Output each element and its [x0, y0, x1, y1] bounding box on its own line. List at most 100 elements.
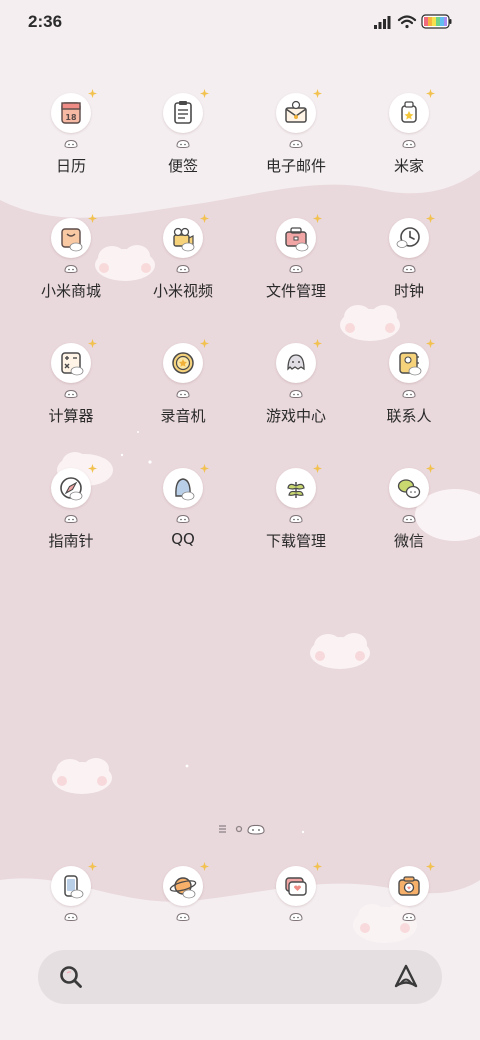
sparkle-icon: [200, 464, 209, 473]
browser-planet-icon[interactable]: [163, 866, 203, 906]
app-icon-container[interactable]: [51, 464, 97, 508]
app-label: 指南针: [48, 532, 94, 550]
sparkle-icon: [200, 339, 209, 348]
app-label: 游戏中心: [265, 407, 326, 425]
app-recorder[interactable]: 录音机: [128, 339, 238, 443]
cloud-face-icon: [402, 139, 416, 148]
sparkle-icon: [200, 862, 209, 871]
app-mijia[interactable]: 米家: [354, 89, 464, 193]
cloud-face-icon: [402, 389, 416, 398]
cloud-face-icon: [289, 912, 303, 921]
status-icons: [374, 14, 452, 29]
recorder-icon[interactable]: [163, 343, 203, 383]
calculator-icon[interactable]: [51, 343, 91, 383]
camera-icon[interactable]: [389, 866, 429, 906]
app-icon-container[interactable]: [163, 464, 209, 508]
search-bar[interactable]: [38, 950, 442, 1004]
app-video-camera[interactable]: 小米视频: [128, 214, 238, 318]
app-icon-container[interactable]: [51, 862, 97, 906]
app-qq[interactable]: QQ: [128, 464, 238, 568]
phone-icon[interactable]: [51, 866, 91, 906]
game-center-icon[interactable]: [276, 343, 316, 383]
page-indicator[interactable]: [218, 822, 266, 836]
wifi-icon: [397, 15, 417, 29]
app-label: 联系人: [386, 407, 432, 425]
app-icon-container[interactable]: [389, 89, 435, 133]
app-icon-container[interactable]: [276, 89, 322, 133]
app-calculator[interactable]: 计算器: [16, 339, 126, 443]
app-label: 计算器: [48, 407, 94, 425]
download-manager-icon[interactable]: [276, 468, 316, 508]
app-contacts[interactable]: 联系人: [354, 339, 464, 443]
app-icon-container[interactable]: [51, 339, 97, 383]
cloud-face-icon: [402, 514, 416, 523]
svg-text:18: 18: [65, 113, 77, 122]
clock-icon[interactable]: [389, 218, 429, 258]
app-file-manager[interactable]: 文件管理: [241, 214, 351, 318]
app-icon-container[interactable]: [276, 339, 322, 383]
cloud-face-icon: [176, 139, 190, 148]
cloud-face-icon: [64, 139, 78, 148]
app-label: 小米视频: [152, 282, 213, 300]
app-wechat[interactable]: 微信: [354, 464, 464, 568]
sparkle-icon: [200, 89, 209, 98]
mi-store-icon[interactable]: [51, 218, 91, 258]
app-icon-container[interactable]: [51, 214, 97, 258]
mijia-icon[interactable]: [389, 93, 429, 133]
app-icon-container[interactable]: [389, 339, 435, 383]
page-dot: [235, 825, 243, 833]
assistant-icon[interactable]: [392, 963, 420, 991]
sparkle-icon: [200, 214, 209, 223]
cloud-face-icon: [176, 389, 190, 398]
app-label: 小米商城: [40, 282, 101, 300]
app-label: 录音机: [160, 407, 206, 425]
messages-icon[interactable]: [276, 866, 316, 906]
sparkle-icon: [313, 89, 322, 98]
app-label: 电子邮件: [265, 157, 326, 175]
app-mi-store[interactable]: 小米商城: [16, 214, 126, 318]
app-icon-container[interactable]: [163, 214, 209, 258]
app-icon-container[interactable]: [276, 214, 322, 258]
cloud-face-icon: [289, 389, 303, 398]
app-icon-container[interactable]: [389, 214, 435, 258]
notes-icon[interactable]: [163, 93, 203, 133]
app-clock[interactable]: 时钟: [354, 214, 464, 318]
video-camera-icon[interactable]: [163, 218, 203, 258]
qq-icon[interactable]: [163, 468, 203, 508]
status-time: 2:36: [28, 12, 63, 31]
app-icon-container[interactable]: [163, 862, 209, 906]
sparkle-icon: [426, 89, 435, 98]
app-label: 微信: [393, 532, 424, 550]
app-notes[interactable]: 便签: [128, 89, 238, 193]
app-icon-container[interactable]: [163, 339, 209, 383]
signal-icon: [374, 16, 391, 29]
app-icon-container[interactable]: [163, 89, 209, 133]
sparkle-icon: [313, 464, 322, 473]
cloud-face-icon: [402, 912, 416, 921]
contacts-icon[interactable]: [389, 343, 429, 383]
file-manager-icon[interactable]: [276, 218, 316, 258]
compass-icon[interactable]: [51, 468, 91, 508]
app-label: 米家: [393, 157, 424, 175]
page-indicator-list-icon: [219, 825, 226, 833]
app-download-manager[interactable]: 下载管理: [241, 464, 351, 568]
page-dot-current: [247, 824, 265, 835]
app-label: 日历: [55, 157, 86, 175]
app-game-center[interactable]: 游戏中心: [241, 339, 351, 443]
sparkle-icon: [88, 214, 97, 223]
app-icon-container[interactable]: [276, 464, 322, 508]
app-calendar[interactable]: 18 日历: [16, 89, 126, 193]
search-icon[interactable]: [58, 964, 84, 990]
calendar-icon[interactable]: 18: [51, 93, 91, 133]
app-icon-container[interactable]: [389, 862, 435, 906]
app-email[interactable]: 电子邮件: [241, 89, 351, 193]
sparkle-icon: [88, 862, 97, 871]
app-icon-container[interactable]: [389, 464, 435, 508]
app-icon-container[interactable]: [276, 862, 322, 906]
app-icon-container[interactable]: 18: [51, 89, 97, 133]
app-compass[interactable]: 指南针: [16, 464, 126, 568]
cloud-face-icon: [64, 264, 78, 273]
wechat-icon[interactable]: [389, 468, 429, 508]
app-label: QQ: [171, 530, 195, 548]
email-icon[interactable]: [276, 93, 316, 133]
